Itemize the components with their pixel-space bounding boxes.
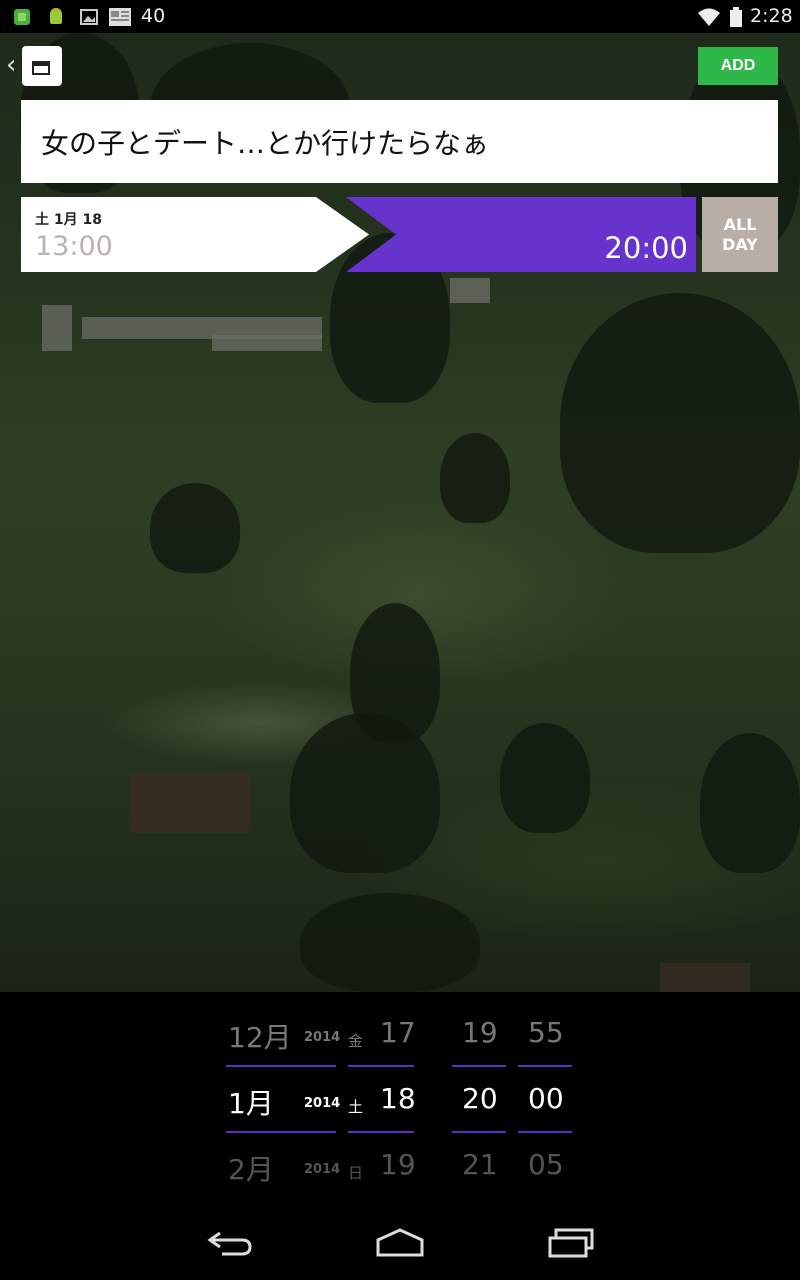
month-prev: 12月	[228, 1021, 292, 1054]
start-time-selector[interactable]: 土 1月 18 13:00	[21, 197, 371, 272]
clock: 2:28	[750, 5, 793, 27]
weekday-current: 土	[348, 1098, 364, 1116]
month-current: 1月	[228, 1087, 274, 1120]
start-date-label: 土 1月 18	[35, 212, 102, 228]
minute-selection-line-top	[518, 1065, 572, 1067]
minute-current: 00	[528, 1082, 564, 1115]
recent-apps-icon[interactable]	[548, 1228, 596, 1258]
game-notification-icon	[14, 9, 30, 25]
end-time-label: 20:00	[604, 231, 688, 265]
weekday-prev: 金	[348, 1032, 364, 1050]
day-prev: 17	[380, 1016, 416, 1049]
year-next: 2014	[304, 1162, 341, 1177]
home-icon[interactable]	[376, 1228, 424, 1258]
all-day-label-line1: ALL	[723, 214, 757, 234]
back-icon[interactable]	[206, 1230, 254, 1256]
navigation-bar	[0, 1200, 800, 1280]
status-bar: 40 2:28	[0, 0, 800, 33]
day-selection-line-bottom	[348, 1131, 414, 1133]
event-title-field[interactable]: 女の子とデート…とか行けたらなぁ	[21, 100, 778, 183]
month-next: 2月	[228, 1153, 274, 1186]
weekday-next: 日	[348, 1164, 364, 1182]
minute-next: 05	[528, 1148, 564, 1181]
minute-selection-line-bottom	[518, 1131, 572, 1133]
all-day-button[interactable]: ALL DAY	[702, 197, 778, 272]
hour-current: 20	[462, 1082, 498, 1115]
day-selection-line-top	[348, 1065, 414, 1067]
day-next: 19	[380, 1148, 416, 1181]
wifi-icon	[698, 8, 720, 26]
battery-icon	[730, 7, 742, 27]
year-prev: 2014	[304, 1030, 341, 1045]
hour-wheel[interactable]: 19 20 21	[452, 992, 506, 1200]
newspaper-notification-icon	[109, 8, 131, 26]
month-selection-line-top	[226, 1065, 336, 1067]
minute-prev: 55	[528, 1016, 564, 1049]
date-time-picker[interactable]: 12月 2014 1月 2014 2月 2014 金 17 土 18 日 19 …	[0, 992, 800, 1200]
all-day-label-line2: DAY	[722, 234, 758, 254]
hour-selection-line-top	[452, 1065, 506, 1067]
image-notification-icon	[80, 9, 98, 25]
start-time-label: 13:00	[35, 231, 113, 262]
minute-wheel[interactable]: 55 00 05	[518, 992, 572, 1200]
end-time-selector[interactable]: 20:00	[346, 197, 696, 272]
day-current: 18	[380, 1082, 416, 1115]
year-current: 2014	[304, 1096, 341, 1111]
window-icon	[32, 61, 50, 75]
add-button[interactable]: ADD	[698, 47, 778, 85]
month-selection-line-bottom	[226, 1131, 336, 1133]
back-chevron-icon[interactable]: ‹	[6, 50, 16, 80]
blurred-location-text	[42, 305, 322, 351]
hour-prev: 19	[462, 1016, 498, 1049]
day-wheel[interactable]: 金 17 土 18 日 19	[348, 992, 416, 1200]
hour-next: 21	[462, 1148, 498, 1181]
calendar-app-icon[interactable]	[22, 46, 62, 86]
month-wheel[interactable]: 12月 2014 1月 2014 2月 2014	[226, 992, 340, 1200]
notification-count: 40	[141, 5, 166, 27]
android-debug-icon	[50, 8, 62, 24]
hour-selection-line-bottom	[452, 1131, 506, 1133]
